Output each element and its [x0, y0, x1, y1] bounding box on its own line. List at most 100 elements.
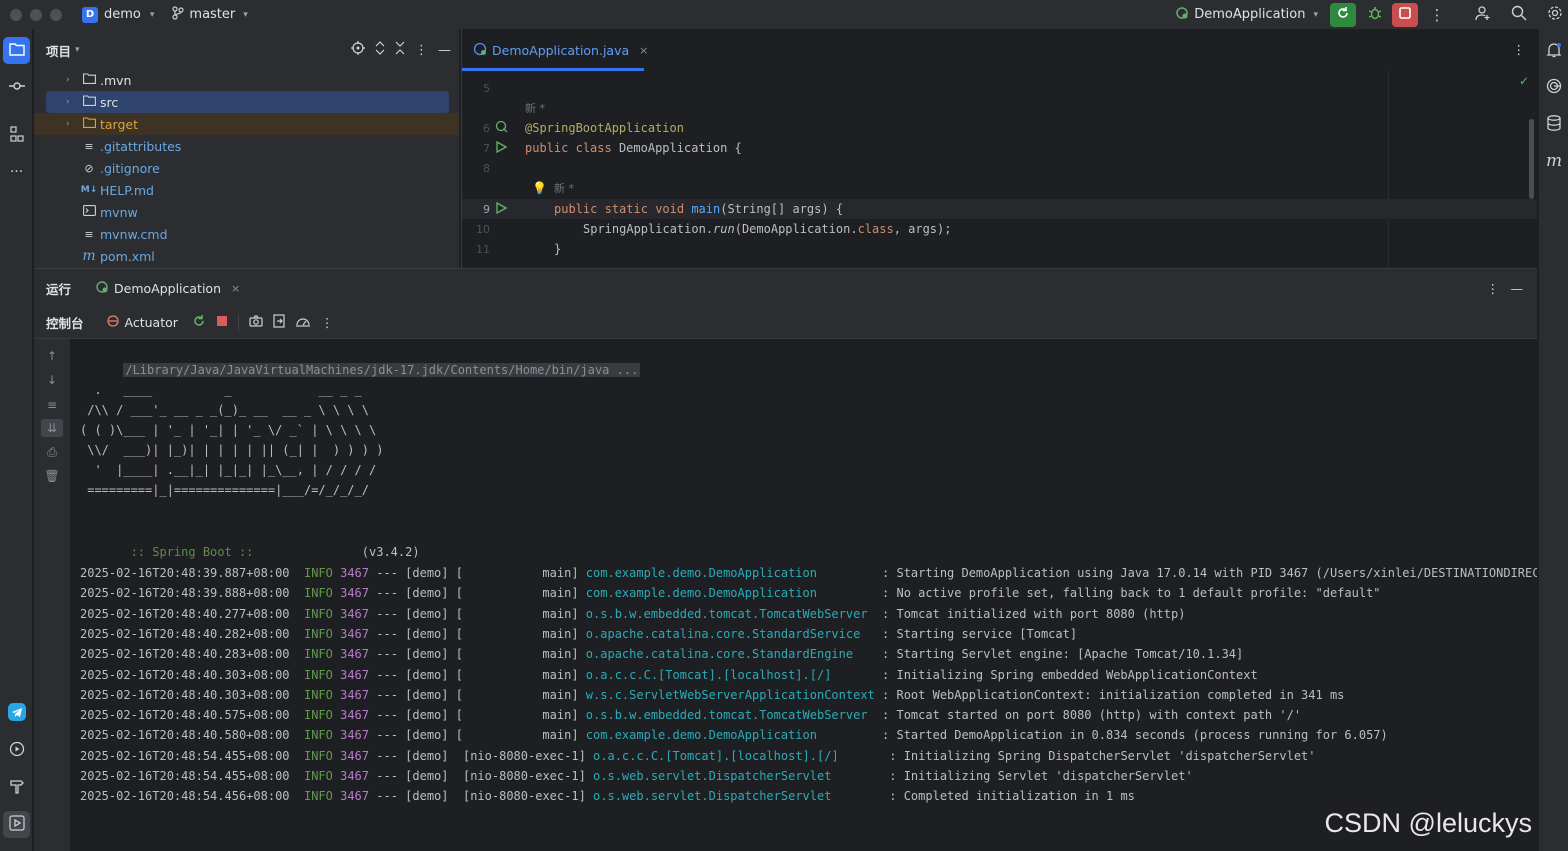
tree-item-pom-xml[interactable]: m pom.xml: [34, 245, 459, 267]
hide-panel-icon[interactable]: —: [1511, 281, 1524, 296]
log-line[interactable]: 2025-02-16T20:48:54.455+08:00 INFO 3467 …: [80, 766, 1193, 786]
tree-item-label: .gitignore: [100, 160, 160, 176]
tree-item-gitattributes[interactable]: ≡ .gitattributes: [34, 135, 459, 157]
tree-item-mvnw-cmd[interactable]: ≡ mvnw.cmd: [34, 223, 459, 245]
settings-button[interactable]: [1542, 2, 1568, 28]
database-button[interactable]: [1542, 113, 1566, 137]
tree-item-gitignore[interactable]: ⊘ .gitignore: [34, 157, 459, 179]
log-message: : Root WebApplicationContext: initializa…: [882, 687, 1345, 702]
tree-item-target[interactable]: › target: [34, 113, 459, 135]
arrow-down-icon[interactable]: ↓: [41, 371, 63, 389]
log-line[interactable]: 2025-02-16T20:48:40.575+08:00 INFO 3467 …: [80, 705, 1301, 725]
chevron-right-icon[interactable]: ›: [66, 97, 76, 107]
scroll-to-end-icon[interactable]: ⇊: [41, 419, 63, 437]
run-configuration-selector[interactable]: DemoApplication ▾: [1175, 6, 1318, 23]
code-editor[interactable]: DemoApplication.java × ⋮ ✓ 5 新 * 6 @Spri…: [461, 29, 1537, 268]
log-thread: main]: [470, 626, 579, 641]
commit-tool-button[interactable]: [3, 74, 30, 101]
soft-wrap-icon[interactable]: ≡: [41, 396, 63, 414]
log-line[interactable]: 2025-02-16T20:48:39.887+08:00 INFO 3467 …: [80, 563, 1537, 583]
print-icon[interactable]: ⎙: [41, 443, 63, 461]
close-icon[interactable]: ×: [639, 44, 648, 57]
close-icon[interactable]: ×: [231, 282, 240, 295]
branch-switcher[interactable]: master ▾: [172, 6, 248, 23]
search-button[interactable]: [1506, 2, 1532, 28]
add-user-button[interactable]: [1470, 2, 1496, 28]
chevron-right-icon[interactable]: ›: [66, 119, 76, 129]
log-thread: main]: [470, 708, 579, 723]
run-tab[interactable]: DemoApplication ×: [95, 280, 240, 297]
tree-item-help-md[interactable]: M↓ HELP.md: [34, 179, 459, 201]
log-line[interactable]: 2025-02-16T20:48:40.303+08:00 INFO 3467 …: [80, 665, 1258, 685]
services-tool-button[interactable]: [3, 737, 30, 764]
tree-item-mvnw[interactable]: mvnw: [34, 201, 459, 223]
more-tools-button[interactable]: ···: [3, 158, 30, 185]
project-panel-title[interactable]: 项目: [46, 41, 71, 60]
spring-bean-gutter-icon[interactable]: [495, 120, 508, 136]
ai-assistant-button[interactable]: [1542, 76, 1566, 100]
run-gutter-icon[interactable]: [496, 140, 508, 156]
minimize-window-button[interactable]: [30, 8, 42, 21]
tree-item-mvn[interactable]: › .mvn: [34, 69, 459, 91]
tree-item-src[interactable]: › src: [46, 91, 449, 113]
collapse-all-icon[interactable]: [395, 41, 405, 59]
stop-icon[interactable]: [216, 315, 228, 330]
more-vertical-icon[interactable]: ⋮: [321, 315, 334, 330]
telegram-tool-button[interactable]: [3, 700, 30, 727]
log-thread: main]: [470, 667, 579, 682]
exit-icon[interactable]: [273, 314, 285, 331]
arrow-up-icon[interactable]: ↑: [41, 347, 63, 365]
maximize-window-button[interactable]: [50, 8, 62, 21]
close-window-button[interactable]: [10, 8, 22, 21]
build-tool-button[interactable]: [3, 774, 30, 801]
log-timestamp: 2025-02-16T20:48:40.282+08:00: [80, 626, 290, 641]
options-icon[interactable]: ⋮: [415, 43, 428, 58]
log-line[interactable]: 2025-02-16T20:48:54.455+08:00 INFO 3467 …: [80, 746, 1316, 766]
hide-panel-icon[interactable]: —: [438, 43, 451, 58]
run-gutter-icon[interactable]: [496, 201, 508, 217]
log-line[interactable]: 2025-02-16T20:48:40.282+08:00 INFO 3467 …: [80, 624, 1077, 644]
chevron-right-icon[interactable]: ›: [66, 75, 76, 85]
stop-button[interactable]: [1392, 2, 1418, 27]
log-line[interactable]: 2025-02-16T20:48:40.303+08:00 INFO 3467 …: [80, 685, 1344, 705]
log-line[interactable]: 2025-02-16T20:48:54.456+08:00 INFO 3467 …: [80, 786, 1135, 806]
log-level: INFO: [303, 708, 333, 723]
log-line[interactable]: 2025-02-16T20:48:40.277+08:00 INFO 3467 …: [80, 604, 1185, 624]
debug-button[interactable]: [1362, 2, 1388, 28]
more-actions-button[interactable]: ⋮: [1424, 2, 1450, 28]
log-timestamp: 2025-02-16T20:48:54.455+08:00: [80, 748, 290, 763]
log-line[interactable]: 2025-02-16T20:48:40.283+08:00 INFO 3467 …: [80, 644, 1243, 664]
structure-tool-button[interactable]: [3, 122, 30, 149]
tree-item-label: target: [100, 116, 139, 132]
lightbulb-icon[interactable]: 💡: [532, 181, 547, 195]
maven-button[interactable]: m: [1542, 149, 1566, 173]
locate-file-icon[interactable]: [351, 41, 365, 59]
camera-icon[interactable]: [249, 315, 263, 330]
console-output[interactable]: /Library/Java/JavaVirtualMachines/jdk-17…: [80, 339, 1537, 851]
editor-tab[interactable]: DemoApplication.java ×: [462, 29, 648, 71]
more-horizontal-icon: ···: [9, 163, 24, 180]
rerun-icon[interactable]: [192, 314, 206, 331]
console-command-line[interactable]: /Library/Java/JavaVirtualMachines/jdk-17…: [80, 340, 641, 377]
log-line[interactable]: 2025-02-16T20:48:39.888+08:00 INFO 3467 …: [80, 583, 1381, 603]
project-tool-button[interactable]: [3, 37, 30, 64]
console-tab[interactable]: 控制台: [46, 313, 84, 332]
log-level: INFO: [303, 687, 333, 702]
rerun-button[interactable]: [1330, 2, 1356, 27]
log-line[interactable]: 2025-02-16T20:48:40.580+08:00 INFO 3467 …: [80, 725, 1388, 745]
code-vision-hint[interactable]: 新 *: [525, 100, 545, 116]
dashboard-icon[interactable]: [295, 314, 311, 331]
project-switcher[interactable]: D demo ▾: [82, 6, 154, 23]
run-panel-options-icon[interactable]: ⋮: [1487, 281, 1500, 296]
expand-all-icon[interactable]: [375, 41, 385, 59]
trash-icon[interactable]: 🗑: [41, 467, 63, 485]
spring-boot-icon: [95, 280, 109, 297]
log-thread: main]: [470, 606, 579, 621]
run-tool-button[interactable]: [3, 811, 30, 838]
code-vision-hint[interactable]: 新 *: [554, 180, 574, 196]
notifications-button[interactable]: [1542, 40, 1566, 64]
chevron-down-icon[interactable]: ▾: [75, 45, 80, 55]
actuator-tab[interactable]: Actuator: [106, 314, 178, 331]
editor-options-icon[interactable]: ⋮: [1513, 42, 1526, 57]
text-file-icon: ≡: [84, 139, 94, 153]
